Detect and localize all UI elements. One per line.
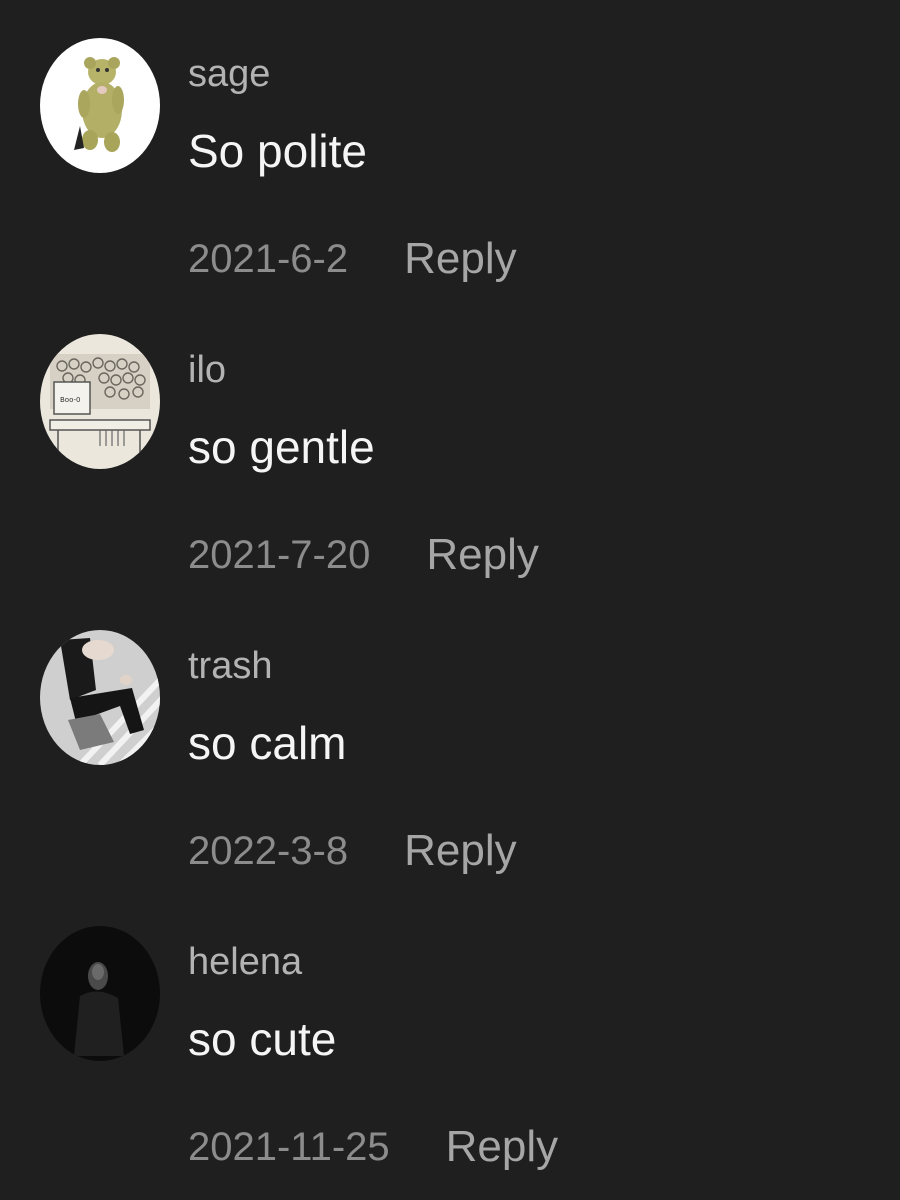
username[interactable]: trash <box>188 644 272 688</box>
username[interactable]: sage <box>188 52 270 96</box>
reply-button[interactable]: Reply <box>446 1120 559 1174</box>
avatar[interactable] <box>40 630 160 765</box>
comment-item: trash so calm 2022-3-8 Reply <box>0 592 900 888</box>
username[interactable]: ilo <box>188 348 226 392</box>
comment-date: 2021-11-25 <box>188 1125 390 1169</box>
avatar[interactable]: Boo-0 <box>40 334 160 469</box>
cartoon-box-avatar-icon: Boo-0 <box>40 334 160 469</box>
comment-meta: 2022-3-8 Reply <box>188 824 517 878</box>
reply-button[interactable]: Reply <box>426 528 539 582</box>
comment-date: 2021-7-20 <box>188 533 371 577</box>
dark-portrait-avatar-icon <box>40 926 160 1061</box>
comment-item: helena so cute 2021-11-25 Reply <box>0 888 900 1184</box>
teddy-bear-avatar-icon <box>40 38 160 173</box>
comment-meta: 2021-7-20 Reply <box>188 528 539 582</box>
comment-text: So polite <box>188 125 368 177</box>
comment-list: sage So polite 2021-6-2 Reply Boo-0 ilo … <box>0 0 900 1200</box>
username[interactable]: helena <box>188 940 302 984</box>
svg-text:Boo-0: Boo-0 <box>60 396 80 404</box>
comment-text: so calm <box>188 717 347 769</box>
reply-button[interactable]: Reply <box>404 824 517 878</box>
avatar[interactable] <box>40 38 160 173</box>
comment-meta: 2021-6-2 Reply <box>188 232 517 286</box>
comment-date: 2021-6-2 <box>188 237 349 281</box>
reply-button[interactable]: Reply <box>404 232 517 286</box>
comment-meta: 2021-11-25 Reply <box>188 1120 558 1174</box>
sitting-person-avatar-icon <box>40 630 160 765</box>
comment-text: so cute <box>188 1013 337 1065</box>
comment-item: Boo-0 ilo so gentle 2021-7-20 Reply <box>0 296 900 592</box>
comment-text: so gentle <box>188 421 375 473</box>
comment-date: 2022-3-8 <box>188 829 349 873</box>
avatar[interactable] <box>40 926 160 1061</box>
comment-item: sage So polite 2021-6-2 Reply <box>0 0 900 296</box>
